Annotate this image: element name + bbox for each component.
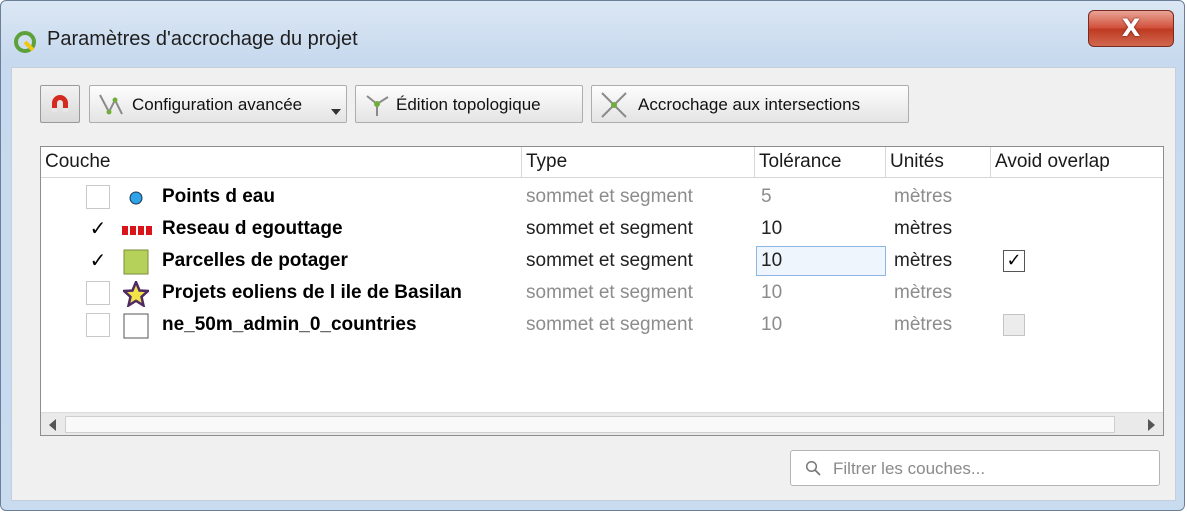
snapping-type[interactable]: sommet et segment <box>526 213 693 245</box>
intersection-icon <box>601 92 627 118</box>
qgis-logo-icon <box>14 31 36 53</box>
units-value[interactable]: mètres <box>894 181 952 213</box>
magnet-icon <box>52 95 68 112</box>
layer-checkbox[interactable] <box>86 281 110 305</box>
column-header-tolerance[interactable]: Tolérance <box>755 147 886 177</box>
layer-checkbox[interactable] <box>86 313 110 337</box>
table-row[interactable]: ne_50m_admin_0_countries sommet et segme… <box>41 309 1163 341</box>
units-value[interactable]: mètres <box>894 277 952 309</box>
tolerance-value[interactable]: 10 <box>761 309 782 341</box>
column-header-avoid-overlap[interactable]: Avoid overlap <box>991 147 1163 177</box>
tolerance-value[interactable]: 10 <box>761 245 782 277</box>
dialog-body: Configuration avancée Édition topologiqu… <box>11 67 1176 501</box>
table-row[interactable]: Projets eoliens de l ile de Basilan somm… <box>41 277 1163 309</box>
snapping-type[interactable]: sommet et segment <box>526 181 693 213</box>
advanced-configuration-label: Configuration avancée <box>132 95 303 114</box>
layer-checkbox-checked[interactable]: ✓ <box>86 249 110 273</box>
table-row[interactable]: ✓ Parcelles de potager sommet et segment… <box>41 245 1163 277</box>
filter-layers-field[interactable] <box>790 450 1160 486</box>
scroll-right-icon[interactable] <box>1148 419 1155 431</box>
horizontal-scrollbar[interactable] <box>41 412 1163 435</box>
snapping-intersections-label: Accrochage aux intersections <box>638 95 861 114</box>
line-symbol-icon <box>122 226 152 235</box>
tolerance-value[interactable]: 5 <box>761 181 772 213</box>
layer-name: Projets eoliens de l ile de Basilan <box>162 282 462 303</box>
filter-layers-input[interactable] <box>831 455 1145 483</box>
column-header-layer[interactable]: Couche <box>41 147 522 177</box>
snapping-type[interactable]: sommet et segment <box>526 309 693 341</box>
layer-name: Parcelles de potager <box>162 250 348 271</box>
avoid-overlap-checkbox-checked[interactable]: ✓ <box>1003 250 1025 272</box>
snapping-type[interactable]: sommet et segment <box>526 245 693 277</box>
close-button[interactable]: X <box>1088 10 1174 47</box>
scrollbar-thumb[interactable] <box>65 416 1115 433</box>
scroll-left-icon[interactable] <box>49 419 56 431</box>
title-bar[interactable]: Paramètres d'accrochage du projet X <box>1 1 1184 61</box>
point-symbol-icon <box>129 191 143 205</box>
topology-icon <box>366 95 389 116</box>
layer-name: ne_50m_admin_0_countries <box>162 314 417 335</box>
window-title: Paramètres d'accrochage du projet <box>47 28 358 50</box>
topological-editing-label: Édition topologique <box>396 95 541 114</box>
layer-name: Reseau d egouttage <box>162 218 343 239</box>
dropdown-arrow-icon <box>331 109 341 115</box>
snapping-dialog: Paramètres d'accrochage du projet X Conf… <box>0 0 1185 511</box>
star-symbol-icon <box>123 281 149 307</box>
column-header-type[interactable]: Type <box>522 147 755 177</box>
avoid-overlap-checkbox-disabled <box>1003 314 1025 336</box>
units-value[interactable]: mètres <box>894 245 952 277</box>
advanced-configuration-button[interactable]: Configuration avancée <box>89 85 347 123</box>
snapping-config-icon <box>99 94 123 115</box>
table-header: Couche Type Tolérance Unités Avoid overl… <box>41 147 1163 178</box>
layer-name: Points d eau <box>162 186 275 207</box>
column-header-units[interactable]: Unités <box>886 147 991 177</box>
units-value[interactable]: mètres <box>894 309 952 341</box>
enable-snapping-button[interactable] <box>40 85 80 123</box>
topological-editing-button[interactable]: Édition topologique <box>355 85 583 123</box>
layer-snapping-table: Couche Type Tolérance Unités Avoid overl… <box>40 146 1164 436</box>
table-row[interactable]: Points d eau sommet et segment 5 mètres <box>41 181 1163 213</box>
polygon-symbol-icon <box>123 249 149 275</box>
layer-checkbox-checked[interactable]: ✓ <box>86 217 110 241</box>
units-value[interactable]: mètres <box>894 213 952 245</box>
polygon-symbol-icon <box>123 313 149 339</box>
table-row[interactable]: ✓ Reseau d egouttage sommet et segment 1… <box>41 213 1163 245</box>
layer-checkbox[interactable] <box>86 185 110 209</box>
search-icon <box>805 460 821 476</box>
snapping-intersections-button[interactable]: Accrochage aux intersections <box>591 85 909 123</box>
tolerance-value[interactable]: 10 <box>761 277 782 309</box>
snapping-type[interactable]: sommet et segment <box>526 277 693 309</box>
tolerance-value[interactable]: 10 <box>761 213 782 245</box>
